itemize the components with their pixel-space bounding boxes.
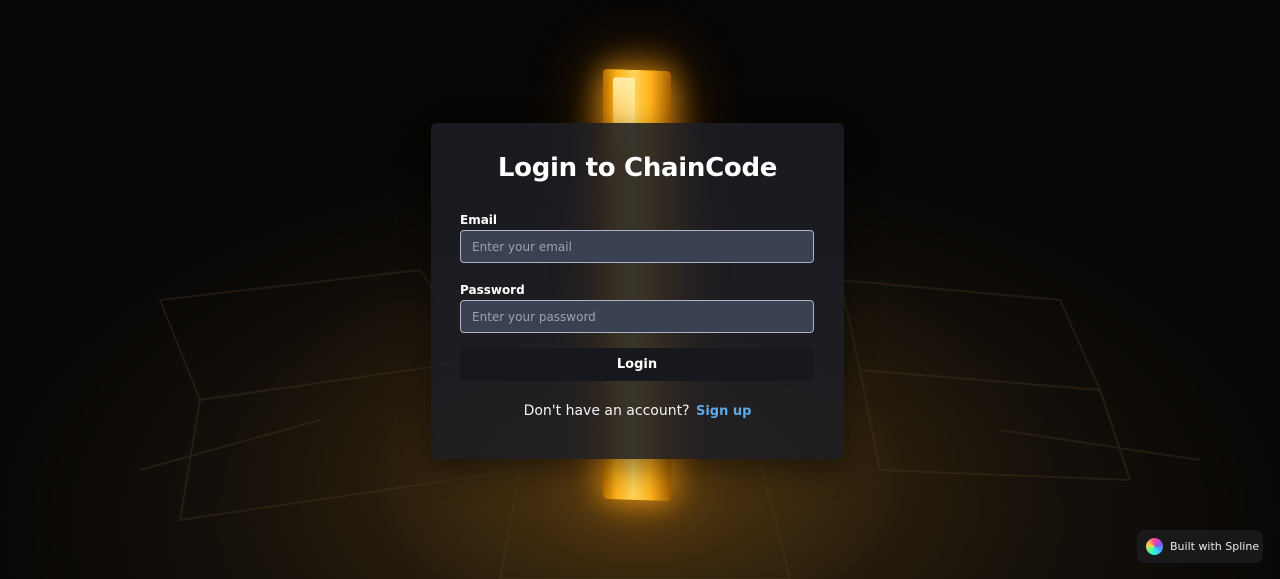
signup-prompt: Don't have an account?	[523, 403, 690, 419]
built-with-spline-badge[interactable]: Built with Spline	[1137, 530, 1263, 563]
email-field[interactable]	[460, 230, 814, 263]
signup-row: Don't have an account? Sign up	[431, 403, 844, 419]
signup-link[interactable]: Sign up	[696, 404, 751, 419]
email-label: Email	[460, 213, 498, 227]
login-card: Login to ChainCode Email Password Login …	[431, 123, 844, 459]
spline-badge-label: Built with Spline	[1170, 540, 1260, 553]
password-label: Password	[460, 283, 525, 297]
password-field[interactable]	[460, 300, 814, 333]
login-button[interactable]: Login	[460, 348, 814, 381]
page-title: Login to ChainCode	[497, 153, 778, 183]
spline-logo-icon	[1146, 538, 1163, 555]
